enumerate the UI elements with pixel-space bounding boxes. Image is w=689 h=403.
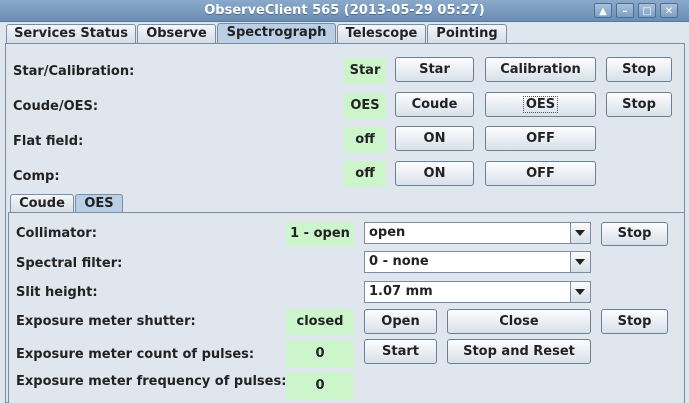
window-minimize-icon[interactable]: –: [616, 3, 634, 18]
calibration-button[interactable]: Calibration: [485, 57, 596, 82]
chevron-down-icon[interactable]: [570, 223, 590, 243]
comp-on-button[interactable]: ON: [395, 161, 474, 186]
exposure-count-value: 0: [286, 340, 354, 368]
subtab-coude[interactable]: Coude: [10, 194, 74, 213]
collimator-status: 1 - open: [286, 222, 354, 246]
shutter-stop-button[interactable]: Stop: [601, 309, 668, 334]
slit-height-select-value: 1.07 mm: [369, 284, 433, 299]
slit-height-select[interactable]: 1.07 mm: [364, 281, 591, 303]
spectral-filter-select[interactable]: 0 - none: [364, 251, 591, 273]
window-titlebar: ObserveClient 565 (2013-05-29 05:27) ▲ –…: [0, 0, 689, 22]
slit-height-label: Slit height:: [16, 285, 98, 300]
chevron-down-icon[interactable]: [570, 282, 590, 302]
spectral-filter-select-value: 0 - none: [369, 254, 429, 269]
tab-spectrograph[interactable]: Spectrograph: [217, 23, 336, 44]
flat-field-label: Flat field:: [13, 134, 84, 149]
window-close-icon[interactable]: ✕: [660, 3, 678, 18]
exposure-shutter-status: closed: [286, 309, 354, 335]
exposure-shutter-label: Exposure meter shutter:: [16, 314, 196, 329]
tab-observe[interactable]: Observe: [137, 24, 216, 43]
stop-and-reset-button[interactable]: Stop and Reset: [447, 339, 591, 364]
count-start-button[interactable]: Start: [364, 339, 437, 364]
window-up-icon[interactable]: ▲: [594, 3, 612, 18]
collimator-label: Collimator:: [16, 226, 97, 241]
exposure-frequency-label: Exposure meter frequency of pulses:: [16, 374, 287, 389]
exposure-count-label: Exposure meter count of pulses:: [16, 347, 255, 362]
chevron-down-icon[interactable]: [570, 252, 590, 272]
shutter-close-button[interactable]: Close: [447, 309, 591, 334]
window-title: ObserveClient 565 (2013-05-29 05:27): [204, 3, 485, 18]
star-calibration-status: Star: [344, 58, 386, 84]
comp-off-button[interactable]: OFF: [485, 161, 596, 186]
tab-telescope[interactable]: Telescope: [337, 24, 426, 43]
spectral-filter-label: Spectral filter:: [16, 256, 123, 271]
collimator-select-value: open: [369, 225, 406, 240]
window-maximize-icon[interactable]: □: [638, 3, 656, 18]
coude-oes-label: Coude/OES:: [13, 99, 99, 114]
comp-status: off: [344, 161, 386, 187]
collimator-stop-button[interactable]: Stop: [601, 222, 668, 246]
comp-label: Comp:: [13, 169, 60, 184]
tab-pointing[interactable]: Pointing: [427, 24, 507, 43]
star-button[interactable]: Star: [395, 57, 474, 82]
coude-oes-stop-button[interactable]: Stop: [606, 92, 672, 117]
tab-services-status[interactable]: Services Status: [6, 24, 136, 43]
flat-field-off-button[interactable]: OFF: [485, 126, 596, 151]
exposure-frequency-value: 0: [286, 372, 354, 400]
oes-button-label: OES: [522, 96, 559, 113]
coude-oes-status: OES: [344, 93, 386, 119]
flat-field-on-button[interactable]: ON: [395, 126, 474, 151]
collimator-select[interactable]: open: [364, 222, 591, 244]
coude-button[interactable]: Coude: [395, 92, 474, 117]
flat-field-status: off: [344, 127, 386, 153]
star-calibration-stop-button[interactable]: Stop: [606, 57, 672, 82]
shutter-open-button[interactable]: Open: [364, 309, 437, 334]
star-calibration-label: Star/Calibration:: [13, 64, 135, 79]
oes-button[interactable]: OES: [485, 92, 596, 117]
subtab-oes[interactable]: OES: [75, 194, 123, 213]
